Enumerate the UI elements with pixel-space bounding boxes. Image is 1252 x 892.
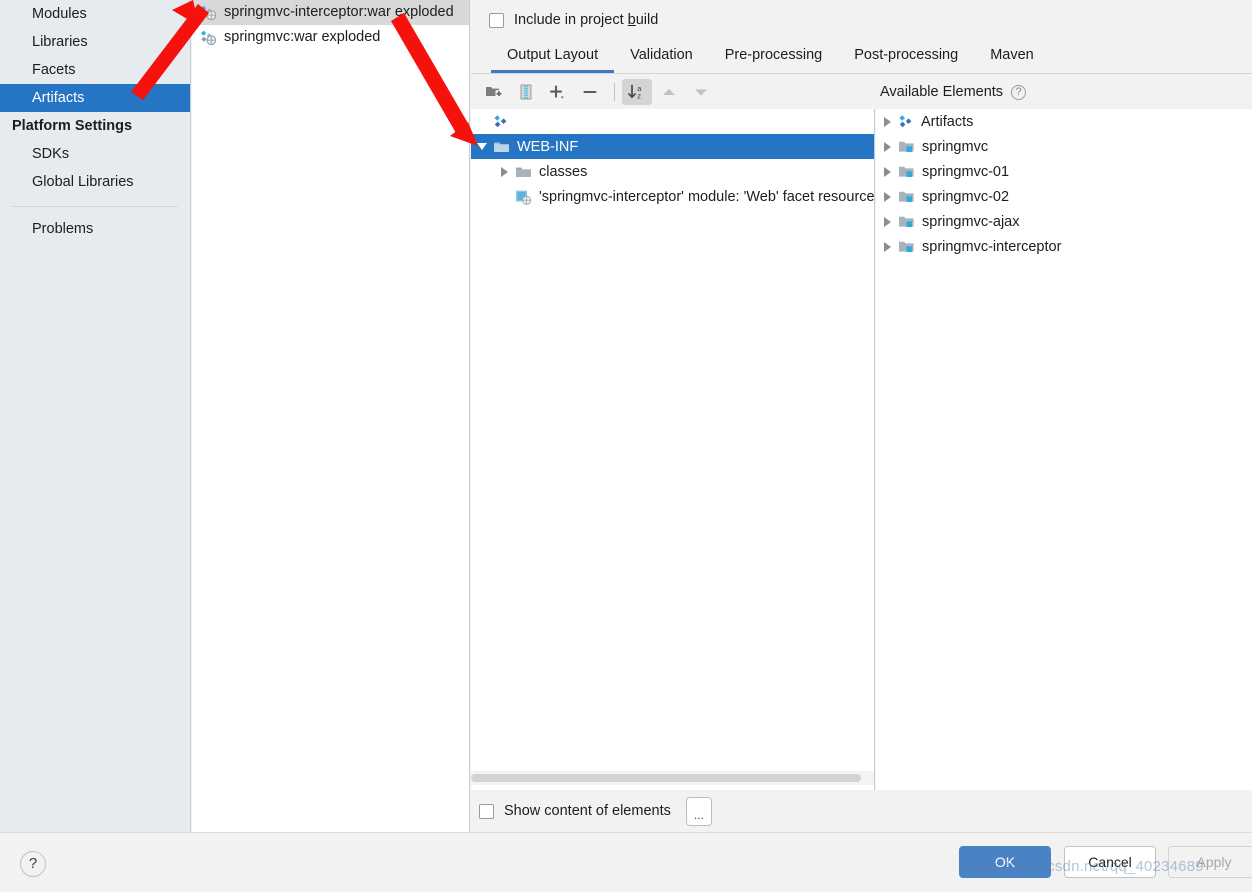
sidebar-item-problems[interactable]: Problems (0, 215, 190, 243)
artifact-icon (493, 114, 509, 130)
tree-expander-expanded[interactable] (471, 143, 493, 150)
tree-expander-collapsed[interactable] (876, 166, 898, 177)
tree-expander-collapsed[interactable] (876, 141, 898, 152)
include-in-project-build-label: Include in project build (514, 12, 659, 28)
artifact-list-item[interactable]: springmvc-interceptor:war exploded (192, 0, 469, 25)
available-element-node-label: springmvc (922, 138, 989, 155)
tree-expander-collapsed[interactable] (876, 241, 898, 252)
output-tree-hscrollbar-thumb[interactable] (471, 774, 861, 782)
module-icon (898, 240, 915, 254)
show-content-row: Show content of elements ... (471, 790, 1252, 832)
project-structure-dialog: Modules Libraries Facets Artifacts Platform … (0, 0, 1252, 892)
output-layout-toolbar: a z (471, 75, 875, 109)
output-tree-node[interactable] (471, 109, 874, 134)
sidebar-item-modules[interactable]: Modules (0, 0, 190, 28)
toolbar-separator (614, 83, 615, 101)
help-button[interactable]: ? (20, 851, 46, 877)
module-icon (898, 190, 915, 204)
available-element-node[interactable]: Artifacts (876, 109, 1252, 134)
sidebar-item-libraries[interactable]: Libraries (0, 28, 190, 56)
show-content-options-button[interactable]: ... (685, 796, 712, 826)
include-in-project-build-row[interactable]: Include in project build (471, 0, 1252, 40)
sidebar-item-artifacts[interactable]: Artifacts (0, 84, 190, 112)
move-up-icon[interactable] (654, 79, 684, 105)
tab-validation[interactable]: Validation (614, 40, 709, 73)
tab-output-layout[interactable]: Output Layout (491, 40, 615, 73)
tree-expander-collapsed[interactable] (876, 191, 898, 202)
sidebar-separator (12, 206, 178, 207)
module-web-facet-icon (515, 189, 532, 205)
sidebar-item-sdks[interactable]: SDKs (0, 140, 190, 168)
available-elements-tree[interactable]: Artifacts springmvc springmvc-01 springmvc-… (876, 109, 1252, 806)
remove-icon[interactable] (575, 79, 605, 105)
available-element-node[interactable]: springmvc-01 (876, 159, 1252, 184)
artifacts-list-panel: springmvc-interceptor:war exploded spring… (192, 0, 470, 832)
create-directory-icon[interactable] (479, 79, 509, 105)
artifact-list-item[interactable]: springmvc:war exploded (192, 25, 469, 50)
sort-alphabetically-icon[interactable]: a z (622, 79, 652, 105)
artifact-icon (898, 114, 914, 130)
include-in-project-build-checkbox[interactable] (489, 12, 504, 28)
tree-expander-collapsed[interactable] (876, 216, 898, 227)
artifact-list-item-label: springmvc-interceptor:war exploded (224, 4, 454, 20)
tree-expander-collapsed[interactable] (493, 166, 515, 177)
output-layout-tree[interactable]: WEB-INF classes 'springmvc-interceptor' mo… (471, 109, 875, 771)
help-icon[interactable]: ? (1011, 84, 1027, 100)
sidebar-group-platform-settings: Platform Settings (12, 118, 133, 134)
output-tree-node-label: 'springmvc-interceptor' module: 'Web' fa… (539, 188, 875, 205)
available-element-node[interactable]: springmvc-ajax (876, 209, 1252, 234)
available-element-node-label: springmvc-interceptor (922, 238, 1062, 255)
module-icon (898, 140, 915, 154)
artifact-details-panel: Include in project build Output Layout Va… (471, 0, 1252, 832)
settings-sidebar: Modules Libraries Facets Artifacts Platform … (0, 0, 191, 832)
output-tree-node-label: WEB-INF (517, 138, 579, 155)
available-element-node[interactable]: springmvc-02 (876, 184, 1252, 209)
folder-icon (515, 165, 532, 179)
artifact-list-item-label: springmvc:war exploded (224, 29, 381, 45)
module-icon (898, 165, 915, 179)
available-element-node-label: springmvc-ajax (922, 213, 1020, 230)
output-tree-node[interactable]: 'springmvc-interceptor' module: 'Web' fa… (471, 184, 874, 209)
available-elements-title: Available Elements (880, 84, 1004, 100)
available-element-node-label: springmvc-02 (922, 188, 1010, 205)
available-element-node[interactable]: springmvc (876, 134, 1252, 159)
output-tree-node[interactable]: classes (471, 159, 874, 184)
artifact-tabs: Output Layout Validation Pre-processing Pos… (471, 40, 1252, 74)
create-archive-icon[interactable] (511, 79, 541, 105)
output-tree-hscrollbar[interactable] (471, 771, 875, 785)
watermark-text: https://blog.csdn.net/qq_40234689 (967, 858, 1204, 875)
show-content-of-elements-checkbox[interactable] (479, 803, 494, 819)
add-icon[interactable] (543, 79, 573, 105)
sidebar-item-global-libraries[interactable]: Global Libraries (0, 168, 190, 196)
output-tree-node-label: classes (539, 163, 588, 180)
show-content-of-elements-label: Show content of elements (504, 803, 671, 819)
module-icon (898, 215, 915, 229)
tree-expander-collapsed[interactable] (876, 116, 898, 127)
sidebar-item-facets[interactable]: Facets (0, 56, 190, 84)
tab-post-processing[interactable]: Post-processing (838, 40, 974, 73)
available-element-node-label: springmvc-01 (922, 163, 1010, 180)
artifact-war-icon (200, 30, 218, 46)
artifact-war-icon (200, 5, 218, 21)
tab-maven[interactable]: Maven (974, 40, 1050, 73)
folder-icon (493, 140, 510, 154)
available-element-node[interactable]: springmvc-interceptor (876, 234, 1252, 259)
available-elements-header: Available Elements ? (875, 75, 1252, 109)
tab-pre-processing[interactable]: Pre-processing (709, 40, 839, 73)
output-tree-node[interactable]: WEB-INF (471, 134, 874, 159)
move-down-icon[interactable] (686, 79, 716, 105)
available-element-node-label: Artifacts (921, 113, 974, 130)
svg-text:z: z (637, 92, 641, 101)
